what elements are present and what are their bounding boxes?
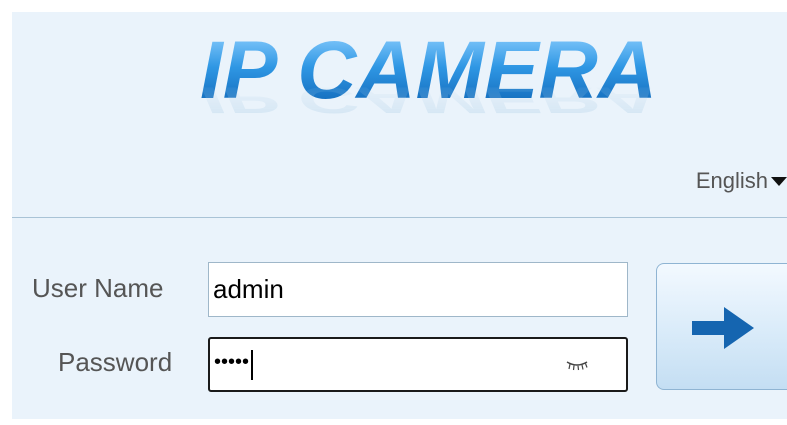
username-label: User Name (32, 273, 164, 303)
language-label: English (695, 168, 768, 193)
login-submit-button[interactable] (656, 263, 787, 390)
text-cursor (251, 349, 254, 380)
password-value: ••••• (214, 350, 250, 373)
caret-down-icon (771, 176, 787, 186)
arrow-right-icon (692, 307, 754, 349)
language-dropdown[interactable]: English (696, 168, 787, 194)
header-divider (12, 217, 787, 218)
password-label: Password (58, 347, 173, 377)
logo-reflection: IP CAMERA (200, 79, 658, 121)
eye-closed-icon[interactable] (566, 359, 588, 371)
username-input[interactable] (208, 262, 628, 317)
password-input[interactable]: ••••• (208, 337, 628, 392)
